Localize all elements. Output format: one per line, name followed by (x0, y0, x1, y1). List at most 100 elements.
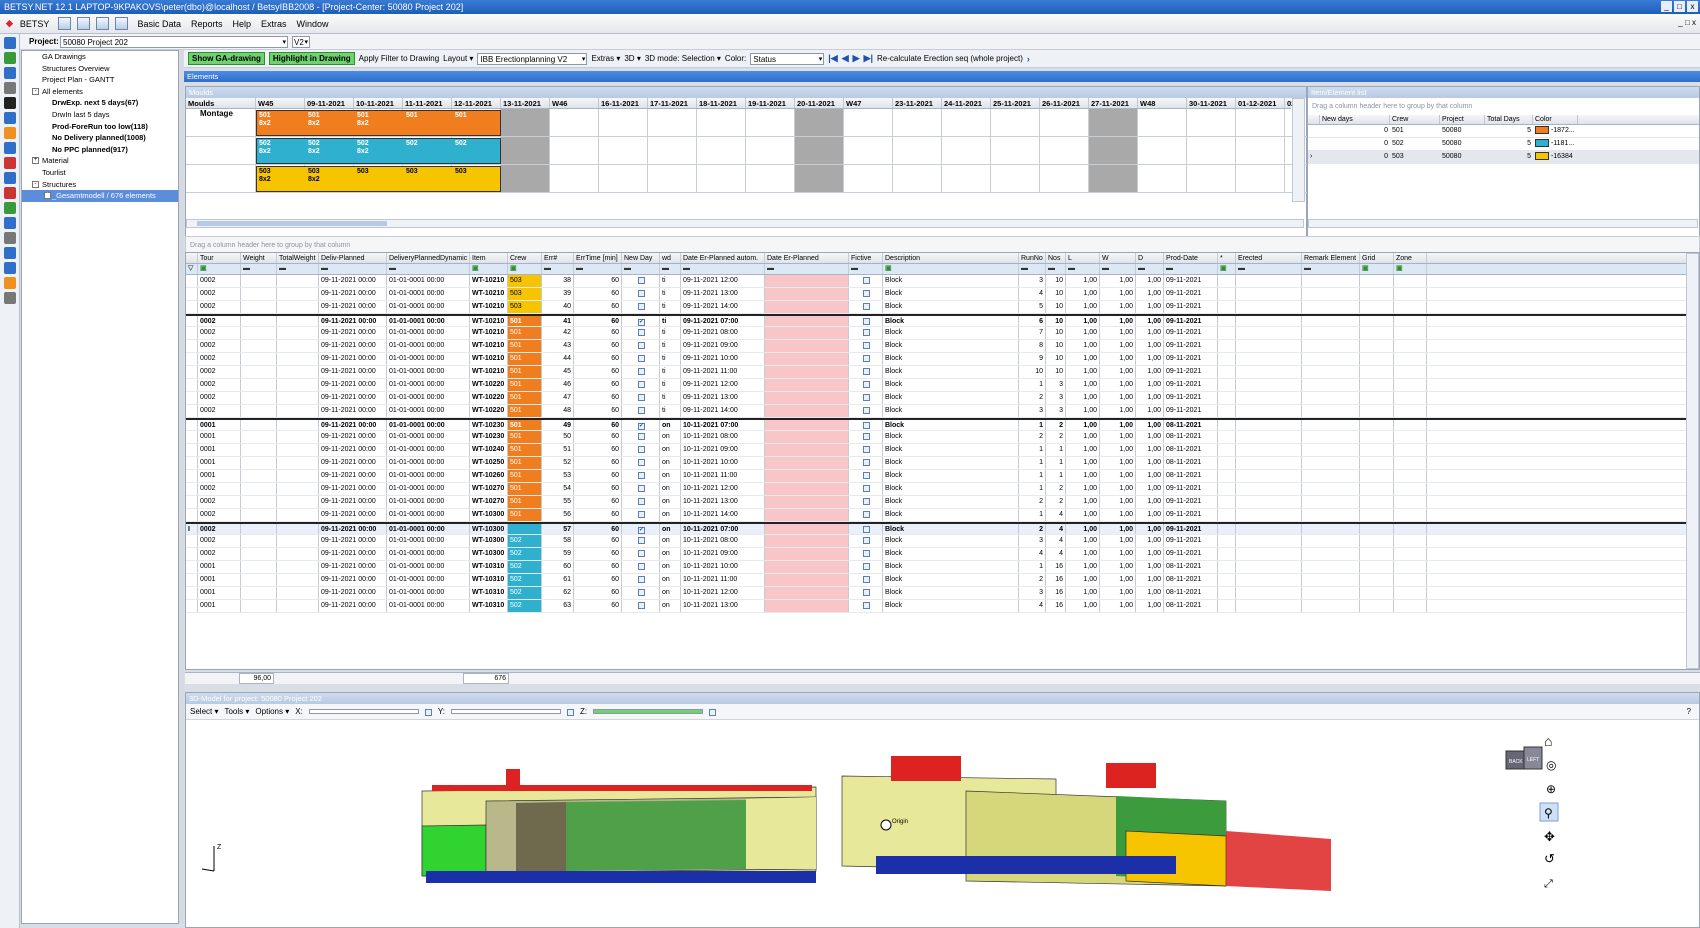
grid-cell-fictive[interactable] (849, 353, 883, 365)
sidebar-tool-icon[interactable] (4, 217, 16, 229)
sidebar-tool-icon[interactable] (4, 187, 16, 199)
sidebar-tool-icon[interactable] (4, 232, 16, 244)
filter-equals-icon[interactable]: ▬ (849, 264, 883, 274)
fictive-checkbox[interactable] (863, 446, 870, 453)
moulds-cell[interactable] (1187, 109, 1236, 137)
sidebar-tool-icon[interactable] (4, 52, 16, 64)
fictive-checkbox[interactable] (863, 290, 870, 297)
new-day-checkbox[interactable] (638, 329, 645, 336)
fictive-checkbox[interactable] (863, 318, 870, 325)
tree-item[interactable]: DrwExp. next 5 days(67) (22, 97, 178, 109)
new-day-checkbox[interactable] (638, 576, 645, 583)
moulds-date-header[interactable]: W47 (844, 98, 893, 108)
grid-cell-new-day[interactable] (622, 431, 660, 443)
rotate-icon[interactable]: ↺ (1544, 851, 1555, 866)
moulds-cell[interactable] (893, 137, 942, 165)
moulds-cell[interactable] (893, 165, 942, 193)
moulds-cell[interactable] (648, 137, 697, 165)
y-slider[interactable] (450, 709, 561, 714)
filter-equals-icon[interactable]: ▬ (277, 264, 319, 274)
item-list-col-header[interactable]: New days (1320, 115, 1390, 124)
menu-basic-data[interactable]: Basic Data (132, 17, 186, 31)
grid-col-header[interactable]: Deliv-Planned (319, 253, 387, 263)
grid-cell-fictive[interactable] (849, 392, 883, 404)
moulds-cell[interactable] (599, 137, 648, 165)
grid-cell-fictive[interactable] (849, 587, 883, 599)
moulds-cell[interactable] (697, 109, 746, 137)
fit-all-icon[interactable]: ⤢ (1544, 878, 1553, 890)
tree-item[interactable]: No Delivery planned(1008) (22, 132, 178, 144)
show-ga-drawing-button[interactable]: Show GA-drawing (188, 52, 265, 65)
next-icon[interactable]: ▶ (853, 53, 860, 64)
moulds-cell[interactable] (844, 137, 893, 165)
moulds-date-header[interactable]: 11-11-2021 (403, 98, 452, 108)
grid-cell-fictive[interactable] (849, 301, 883, 313)
grid-cell-new-day[interactable] (622, 600, 660, 612)
moulds-date-header[interactable]: 09-11-2021 (305, 98, 354, 108)
moulds-date-header[interactable]: 23-11-2021 (893, 98, 942, 108)
fictive-checkbox[interactable] (863, 563, 870, 570)
table-row[interactable]: 0002 09-11-2021 00:00 01-01-0001 00:00 WT-1… (186, 392, 1699, 405)
filter-contains-icon[interactable]: ▣ (1360, 264, 1394, 274)
filter-equals-icon[interactable]: ▬ (1136, 264, 1164, 274)
moulds-date-header[interactable]: W45 (256, 98, 305, 108)
new-day-checkbox[interactable] (638, 407, 645, 414)
x-slider[interactable] (308, 709, 419, 714)
moulds-date-header[interactable]: 30-11-2021 (1187, 98, 1236, 108)
fictive-checkbox[interactable] (863, 485, 870, 492)
new-day-checkbox[interactable] (638, 433, 645, 440)
moulds-cell[interactable] (795, 109, 844, 137)
zoom-window-icon[interactable]: ⊕ (1546, 782, 1556, 796)
moulds-cell[interactable] (1089, 137, 1138, 165)
3d-viewport[interactable]: Origin Z BACK LEFT ⌂ ◎ ⊕ ⚲ ✥ ↺ ⤢ (186, 721, 1699, 927)
grid-col-header[interactable]: Description (883, 253, 1019, 263)
grid-cell-new-day[interactable] (622, 574, 660, 586)
select-menu[interactable]: Select ▾ (190, 707, 218, 716)
fictive-checkbox[interactable] (863, 433, 870, 440)
fictive-checkbox[interactable] (863, 329, 870, 336)
tree-item[interactable]: + _Gesamtmodell / 676 elements (22, 190, 178, 202)
tree-item[interactable]: No PPC planned(917) (22, 144, 178, 156)
filter-equals-icon[interactable]: ▬ (1164, 264, 1218, 274)
grid-cell-fictive[interactable] (849, 366, 883, 378)
sidebar-tool-icon[interactable] (4, 37, 16, 49)
grid-cell-fictive[interactable] (849, 496, 883, 508)
grid-cell-fictive[interactable] (849, 405, 883, 417)
tree-item[interactable]: Project Plan - GANTT (22, 74, 178, 86)
table-row[interactable]: 0002 09-11-2021 00:00 01-01-0001 00:00 WT-1… (186, 301, 1699, 314)
sidebar-tool-icon[interactable] (4, 292, 16, 304)
moulds-date-header[interactable]: 13-11-2021 (501, 98, 550, 108)
building-left[interactable] (421, 769, 817, 883)
new-day-checkbox[interactable] (638, 381, 645, 388)
grid-cell-fictive[interactable] (849, 457, 883, 469)
grid-col-header[interactable]: Item (470, 253, 508, 263)
filter-equals-icon[interactable]: ▬ (1302, 264, 1360, 274)
table-row[interactable]: 0002 09-11-2021 00:00 01-01-0001 00:00 WT-1… (186, 496, 1699, 509)
moulds-cell[interactable] (550, 137, 599, 165)
refresh-icon[interactable] (77, 17, 91, 30)
filter-equals-icon[interactable]: ▬ (765, 264, 849, 274)
moulds-date-header[interactable]: 10-11-2021 (354, 98, 403, 108)
filter-contains-icon[interactable]: ▣ (470, 264, 508, 274)
moulds-cell[interactable] (697, 137, 746, 165)
pan-icon[interactable]: ✥ (1544, 829, 1555, 844)
fictive-checkbox[interactable] (863, 277, 870, 284)
table-row[interactable]: 0001 09-11-2021 00:00 01-01-0001 00:00 WT-1… (186, 457, 1699, 470)
new-day-checkbox[interactable] (638, 277, 645, 284)
filter-contains-icon[interactable]: ▣ (1218, 264, 1236, 274)
filter-equals-icon[interactable]: ▬ (319, 264, 387, 274)
grid-cell-new-day[interactable]: ✓ (622, 420, 660, 430)
grid-col-header[interactable]: Weight (241, 253, 277, 263)
table-row[interactable]: 0001 09-11-2021 00:00 01-01-0001 00:00 WT-1… (186, 431, 1699, 444)
grid-cell-fictive[interactable] (849, 431, 883, 443)
prev-icon[interactable]: ◀ (842, 53, 849, 64)
new-day-checkbox[interactable] (638, 602, 645, 609)
menu-window[interactable]: Window (292, 17, 334, 31)
grid-col-header[interactable]: DeliveryPlannedDynamic (387, 253, 470, 263)
mould-bar-503[interactable]: 503 8x2 503 8x2 503 503 503 (256, 166, 501, 192)
moulds-date-header[interactable]: 17-11-2021 (648, 98, 697, 108)
tree-item[interactable]: + Material (22, 155, 178, 167)
grid-cell-fictive[interactable] (849, 574, 883, 586)
tools-menu[interactable]: Tools ▾ (224, 707, 249, 716)
grid-cell-fictive[interactable] (849, 561, 883, 573)
